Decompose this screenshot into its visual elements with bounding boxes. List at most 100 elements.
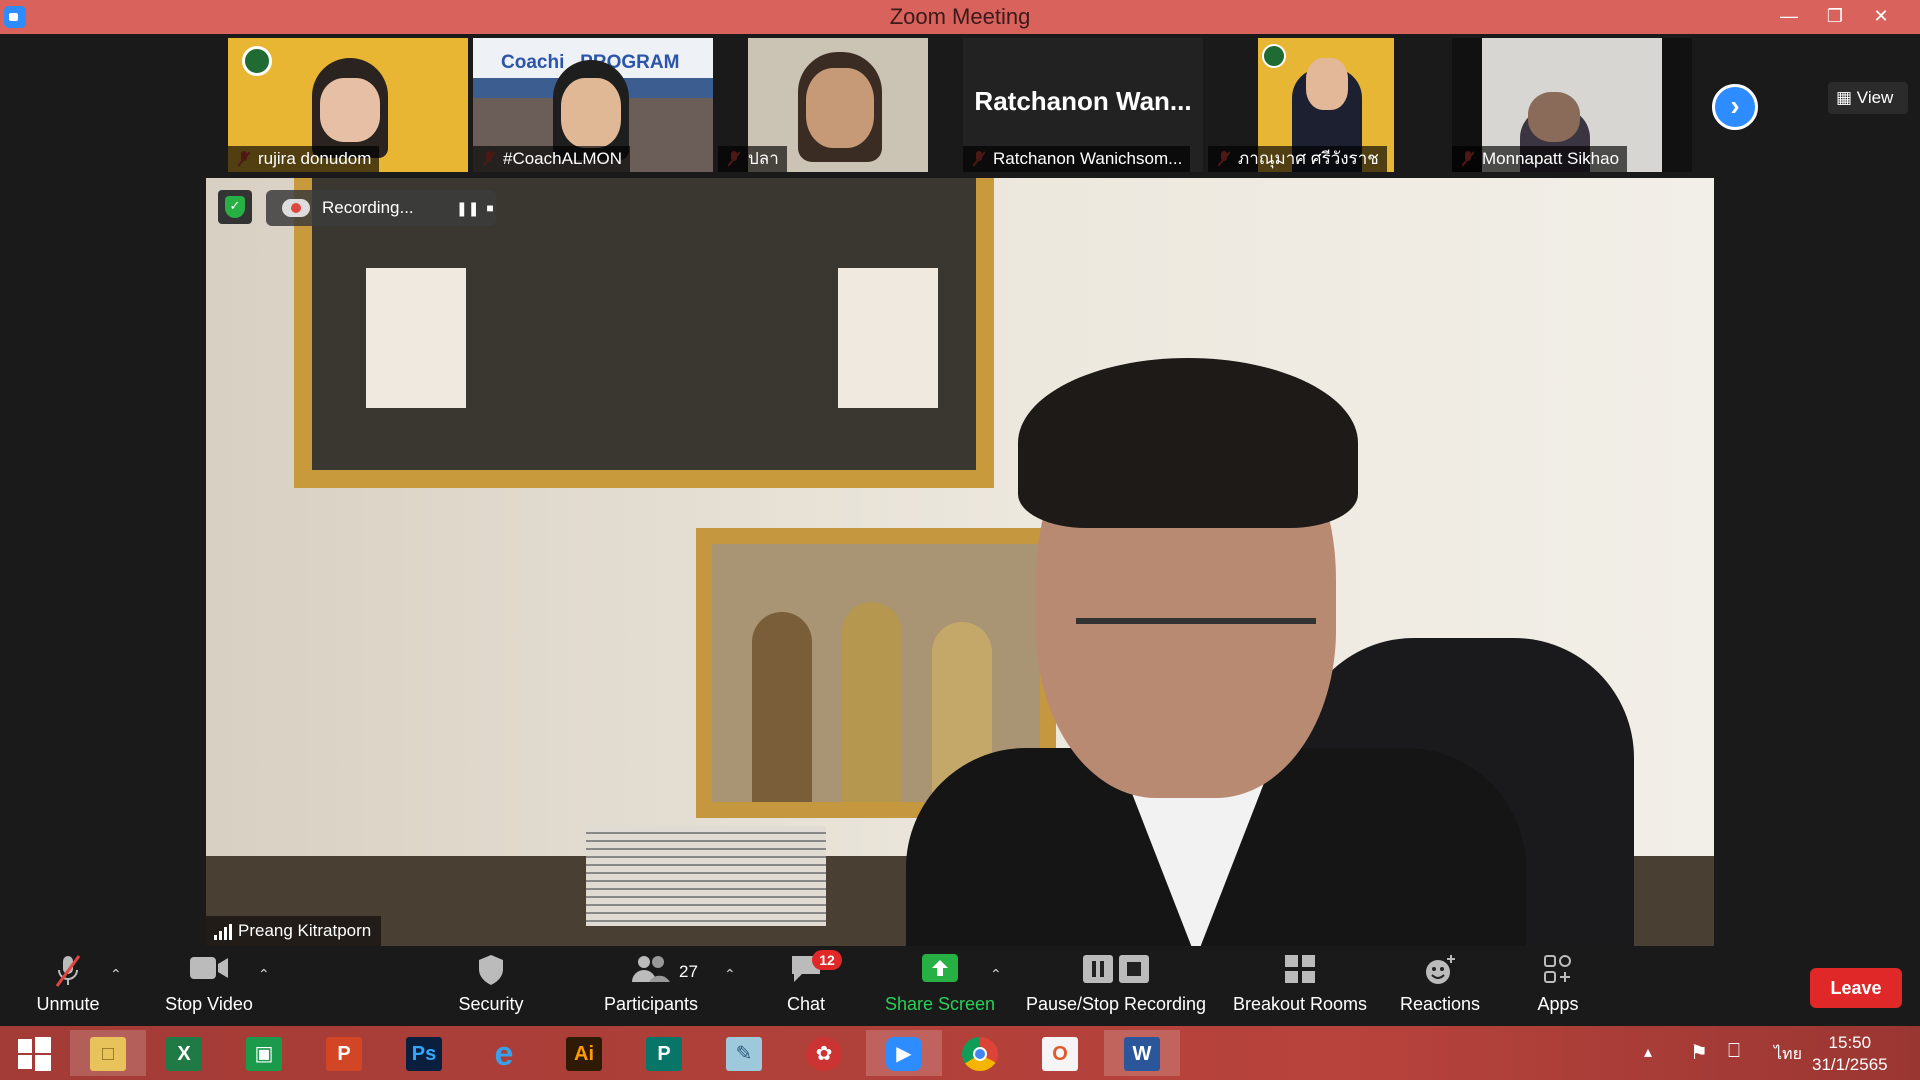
- encryption-indicator[interactable]: ✓: [218, 190, 252, 224]
- breakout-rooms-button[interactable]: Breakout Rooms: [1230, 954, 1370, 1015]
- shield-icon: [446, 954, 536, 990]
- chevron-right-icon: ›: [1730, 90, 1740, 121]
- smiley-plus-icon: [1390, 954, 1490, 990]
- leave-button[interactable]: Leave: [1810, 968, 1902, 1008]
- minimize-button[interactable]: —: [1766, 0, 1812, 34]
- action-center-flag-icon[interactable]: ⚑: [1690, 1040, 1708, 1065]
- language-indicator[interactable]: ไทย: [1774, 1042, 1802, 1067]
- recording-indicator: Recording... ❚❚ ■: [266, 190, 496, 226]
- unmute-button[interactable]: Unmute: [28, 954, 108, 1015]
- pause-stop-recording-label: Pause/Stop Recording: [1025, 994, 1207, 1014]
- notepad-taskbar-button[interactable]: ✎: [712, 1030, 776, 1076]
- participant-face: [1528, 92, 1580, 142]
- poster: [366, 268, 466, 408]
- video-camera-icon: [156, 954, 262, 990]
- share-screen-icon: [880, 954, 1000, 990]
- notepad-icon: ✎: [726, 1036, 762, 1071]
- office-icon: O: [1042, 1036, 1078, 1071]
- speaker-glasses: [1076, 618, 1316, 658]
- clock-date: 31/1/2565: [1812, 1055, 1888, 1074]
- stop-video-label: Stop Video: [165, 994, 253, 1014]
- chrome-taskbar-button[interactable]: [948, 1030, 1012, 1076]
- powerpoint-taskbar-button[interactable]: P: [312, 1030, 376, 1076]
- publisher-taskbar-button[interactable]: P: [632, 1030, 696, 1076]
- office-taskbar-button[interactable]: O: [1028, 1030, 1092, 1076]
- participants-count: 27: [679, 962, 698, 981]
- participant-thumb[interactable]: Coachi PROGRAM #CoachALMON: [473, 38, 713, 172]
- photoscape-taskbar-button[interactable]: ✿: [792, 1030, 856, 1076]
- participant-name: ภาณุมาศ ศรีวังราช: [1208, 146, 1387, 172]
- speaker-hair: [1018, 358, 1358, 528]
- view-label: View: [1856, 88, 1894, 107]
- participant-thumb[interactable]: Monnapatt Sikhao: [1452, 38, 1692, 172]
- audio-options-caret[interactable]: ⌃: [110, 966, 122, 983]
- internet-explorer-taskbar-button[interactable]: e: [472, 1030, 536, 1076]
- chat-button[interactable]: 12 Chat: [776, 950, 842, 1015]
- windows-logo-icon: [16, 1036, 52, 1071]
- apps-button[interactable]: Apps: [1522, 954, 1594, 1015]
- store-taskbar-button[interactable]: ▣: [232, 1030, 296, 1076]
- muted-microphone-icon: [28, 954, 108, 990]
- pause-icon: ❚❚: [456, 200, 480, 216]
- logo-icon: [1262, 44, 1286, 68]
- active-speaker-video: ✓ Recording... ❚❚ ■ Preang Kitratporn: [206, 178, 1714, 946]
- internet-explorer-icon: e: [494, 1034, 514, 1073]
- participants-label: Participants: [603, 994, 699, 1014]
- close-window-button[interactable]: ✕: [1858, 0, 1904, 34]
- excel-icon: X: [166, 1036, 202, 1071]
- photoshop-taskbar-button[interactable]: Ps: [392, 1030, 456, 1076]
- participant-face: [561, 78, 621, 148]
- participant-display-name: Ratchanon Wan...: [974, 86, 1192, 116]
- stop-video-button[interactable]: Stop Video: [156, 954, 262, 1015]
- clock-time: 15:50: [1828, 1033, 1872, 1052]
- pause-stop-recording-button[interactable]: Pause/Stop Recording: [1024, 954, 1208, 1015]
- photoscape-icon: ✿: [806, 1036, 842, 1071]
- participants-options-caret[interactable]: ⌃: [724, 966, 736, 983]
- network-icon[interactable]: ⎕: [1728, 1040, 1740, 1063]
- apps-icon: [1522, 954, 1594, 990]
- video-options-caret[interactable]: ⌃: [258, 966, 270, 983]
- start-button[interactable]: [2, 1030, 66, 1076]
- breakout-rooms-label: Breakout Rooms: [1232, 994, 1368, 1014]
- participant-thumb[interactable]: ภาณุมาศ ศรีวังราช: [1208, 38, 1394, 172]
- powerpoint-icon: P: [326, 1036, 362, 1071]
- pause-recording-button[interactable]: ❚❚: [456, 198, 480, 218]
- portrait-figure: [842, 602, 902, 802]
- cloud-record-icon: [282, 199, 310, 217]
- participant-name: ปลา: [718, 146, 787, 172]
- share-options-caret[interactable]: ⌃: [990, 966, 1002, 983]
- stop-recording-button[interactable]: ■: [480, 198, 500, 218]
- taskbar-clock[interactable]: 15:50 31/1/2565: [1812, 1032, 1888, 1076]
- poster: [838, 268, 938, 408]
- zoom-icon: ▶: [886, 1036, 922, 1071]
- photoshop-icon: Ps: [406, 1036, 442, 1071]
- participant-thumb[interactable]: rujira donudom: [228, 38, 468, 172]
- reactions-button[interactable]: Reactions: [1390, 954, 1490, 1015]
- signal-strength-icon: [214, 924, 232, 940]
- excel-taskbar-button[interactable]: X: [152, 1030, 216, 1076]
- security-label: Security: [458, 994, 524, 1014]
- participant-strip: rujira donudom Coachi PROGRAM #CoachALMO…: [0, 34, 1920, 176]
- view-button[interactable]: ▦ View: [1828, 82, 1908, 114]
- logo-icon: [242, 46, 272, 76]
- chat-unread-badge: 12: [812, 950, 842, 970]
- participants-button[interactable]: 27 Participants: [596, 954, 706, 1015]
- recording-label: Recording...: [322, 198, 414, 217]
- participant-thumb[interactable]: Ratchanon Wan... Ratchanon Wanichsom...: [963, 38, 1203, 172]
- participants-icon: 27: [596, 954, 706, 990]
- security-button[interactable]: Security: [446, 954, 536, 1015]
- restore-button[interactable]: ❐: [1812, 0, 1858, 34]
- share-screen-button[interactable]: Share Screen: [880, 954, 1000, 1015]
- show-hidden-icons-button[interactable]: ▴: [1644, 1042, 1652, 1062]
- chrome-icon: [962, 1036, 998, 1071]
- illustrator-taskbar-button[interactable]: Ai: [552, 1030, 616, 1076]
- participant-name: Monnapatt Sikhao: [1452, 146, 1628, 172]
- breakout-rooms-icon: [1230, 954, 1370, 990]
- participant-name: Ratchanon Wanichsom...: [963, 146, 1191, 172]
- word-taskbar-button[interactable]: W: [1104, 1030, 1180, 1076]
- speaker-name: Preang Kitratporn: [238, 921, 372, 940]
- participant-thumb[interactable]: ปลา: [718, 38, 928, 172]
- zoom-taskbar-button[interactable]: ▶: [866, 1030, 942, 1076]
- file-explorer-taskbar-button[interactable]: □: [70, 1030, 146, 1076]
- next-page-button[interactable]: ›: [1712, 84, 1758, 130]
